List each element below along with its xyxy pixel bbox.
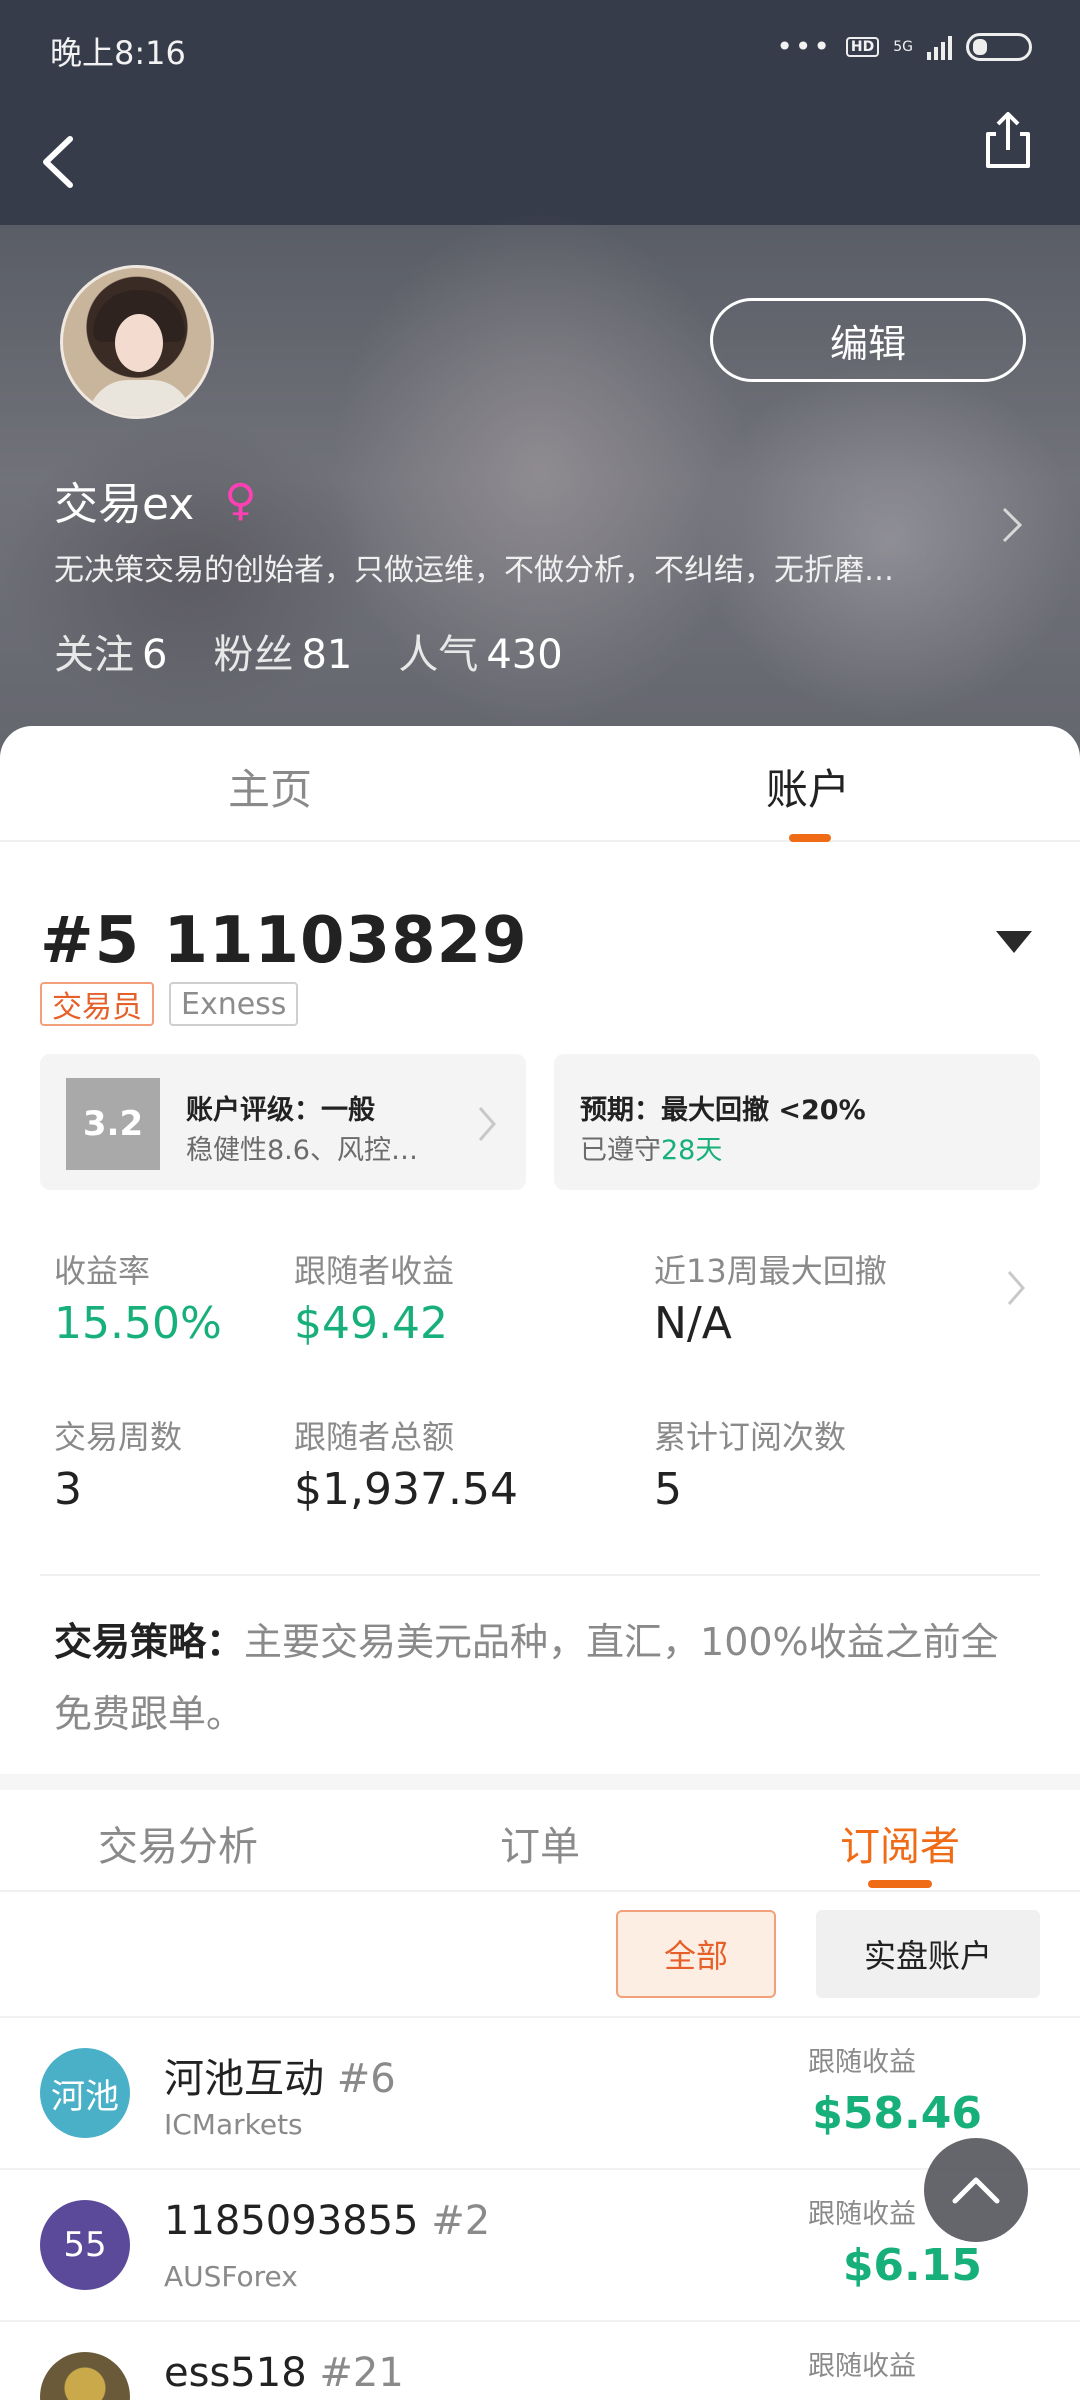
metric-label: 近13周最大回撤 bbox=[654, 1252, 887, 1290]
stat-following[interactable]: 关注 6 bbox=[54, 622, 167, 680]
metric-label: 跟随者总额 bbox=[294, 1418, 455, 1456]
list-item[interactable]: ess518 #21 跟随收益 bbox=[0, 2320, 1080, 2400]
tab-orders[interactable]: 订单 bbox=[500, 1814, 580, 1872]
metric-label: 跟随者收益 bbox=[294, 1252, 455, 1290]
trader-tag: 交易员 bbox=[40, 982, 154, 1026]
rating-score: 3.2 bbox=[66, 1078, 160, 1170]
avatar bbox=[40, 2352, 130, 2400]
edit-button[interactable]: 编辑 bbox=[710, 298, 1026, 382]
section-separator bbox=[0, 1774, 1080, 1790]
sub-tabs: 交易分析 订单 订阅者 bbox=[0, 1790, 1080, 1892]
expectation-box: 预期：最大回撤 <20% 已遵守28天 bbox=[554, 1054, 1040, 1190]
dropdown-triangle-icon[interactable] bbox=[996, 931, 1032, 953]
metric-label: 累计订阅次数 bbox=[654, 1418, 847, 1456]
metric-return-rate: 15.50% bbox=[54, 1298, 222, 1349]
profile-name: 交易ex bbox=[54, 479, 195, 530]
earn-value: $58.46 bbox=[812, 2088, 982, 2139]
profile-stats: 关注 6 粉丝 81 人气 430 bbox=[54, 622, 563, 680]
signal-icon bbox=[927, 34, 952, 60]
subscriber-broker: AUSForex bbox=[164, 2260, 298, 2293]
tab-indicator bbox=[789, 834, 831, 842]
earn-label: 跟随收益 bbox=[808, 2047, 916, 2078]
main-tabs: 主页 账户 bbox=[0, 726, 1080, 842]
earn-label: 跟随收益 bbox=[808, 2199, 916, 2230]
female-icon: ♀ bbox=[224, 474, 257, 526]
filter-real-account-button[interactable]: 实盘账户 bbox=[816, 1910, 1040, 1998]
metric-follower-profit: $49.42 bbox=[294, 1298, 448, 1349]
profile-header: 晚上8:16 ••• HD 5G 编辑 交易ex ♀ 无决策交易的创始者，只做运… bbox=[0, 0, 1080, 760]
status-time: 晚上8:16 bbox=[50, 34, 186, 72]
list-item[interactable]: 55 1185093855 #2 AUSForex 跟随收益 $6.15 bbox=[0, 2168, 1080, 2320]
profile-bio[interactable]: 无决策交易的创始者，只做运维，不做分析，不纠结，无折磨… bbox=[54, 545, 954, 589]
broker-tag: Exness bbox=[169, 982, 299, 1026]
account-rating-box[interactable]: 3.2 账户评级：一般 稳健性8.6、风控… bbox=[40, 1054, 526, 1190]
tab-account[interactable]: 账户 bbox=[766, 756, 850, 817]
battery-icon bbox=[966, 32, 1032, 61]
subscriber-name: 1185093855 #2 bbox=[164, 2198, 491, 2244]
scroll-top-icon[interactable] bbox=[924, 2138, 1028, 2242]
metric-label: 收益率 bbox=[54, 1252, 151, 1290]
chevron-right-icon[interactable] bbox=[1000, 505, 1024, 545]
rating-subtitle: 稳健性8.6、风控… bbox=[186, 1135, 418, 1166]
list-item[interactable]: 河池 河池互动 #6 ICMarkets 跟随收益 $58.46 bbox=[0, 2016, 1080, 2168]
tab-subscribers[interactable]: 订阅者 bbox=[840, 1814, 960, 1872]
chevron-right-icon[interactable] bbox=[1005, 1268, 1027, 1308]
status-icons: ••• HD 5G bbox=[776, 30, 1032, 63]
share-icon[interactable] bbox=[978, 108, 1038, 172]
earn-label: 跟随收益 bbox=[808, 2351, 916, 2382]
metric-max-drawdown: N/A bbox=[654, 1298, 732, 1349]
status-bar: 晚上8:16 ••• HD 5G bbox=[0, 0, 1080, 96]
more-dots-icon: ••• bbox=[776, 30, 832, 63]
account-id: #5 11103829 bbox=[40, 904, 528, 978]
avatar: 河池 bbox=[40, 2048, 130, 2138]
tab-trade-analysis[interactable]: 交易分析 bbox=[98, 1814, 258, 1872]
tab-indicator bbox=[868, 1880, 932, 1888]
filter-all-button[interactable]: 全部 bbox=[616, 1910, 776, 1998]
chevron-right-icon bbox=[476, 1104, 498, 1144]
metric-subscriptions: 5 bbox=[654, 1464, 682, 1515]
divider bbox=[40, 1574, 1040, 1576]
tab-home[interactable]: 主页 bbox=[228, 756, 312, 817]
hd-icon: HD bbox=[845, 36, 880, 57]
trading-strategy: 交易策略：主要交易美元品种，直汇，100%收益之前全免费跟单。 bbox=[54, 1606, 1024, 1750]
subscriber-name: 河池互动 #6 bbox=[164, 2056, 396, 2102]
metric-trading-weeks: 3 bbox=[54, 1464, 82, 1515]
metric-label: 交易周数 bbox=[54, 1418, 183, 1456]
expectation-complied: 已遵守28天 bbox=[580, 1135, 723, 1166]
subscriber-name: ess518 #21 bbox=[164, 2350, 404, 2396]
avatar[interactable] bbox=[60, 265, 214, 419]
stat-fans[interactable]: 粉丝 81 bbox=[213, 622, 352, 680]
strategy-label: 交易策略： bbox=[54, 1620, 245, 1664]
back-arrow-icon[interactable] bbox=[30, 125, 90, 199]
avatar: 55 bbox=[40, 2200, 130, 2290]
stat-popularity: 人气 430 bbox=[398, 632, 563, 678]
expectation-title: 预期：最大回撤 <20% bbox=[580, 1095, 866, 1126]
earn-value: $6.15 bbox=[842, 2240, 982, 2291]
subscriber-broker: ICMarkets bbox=[164, 2108, 303, 2141]
network-type: 5G bbox=[893, 38, 913, 55]
content-card: 主页 账户 #5 11103829 交易员 Exness 3.2 账户评级：一般… bbox=[0, 726, 1080, 2400]
rating-title: 账户评级：一般 bbox=[186, 1095, 375, 1126]
profile-name-row: 交易ex ♀ bbox=[54, 468, 257, 532]
metric-follower-total: $1,937.54 bbox=[294, 1464, 518, 1515]
